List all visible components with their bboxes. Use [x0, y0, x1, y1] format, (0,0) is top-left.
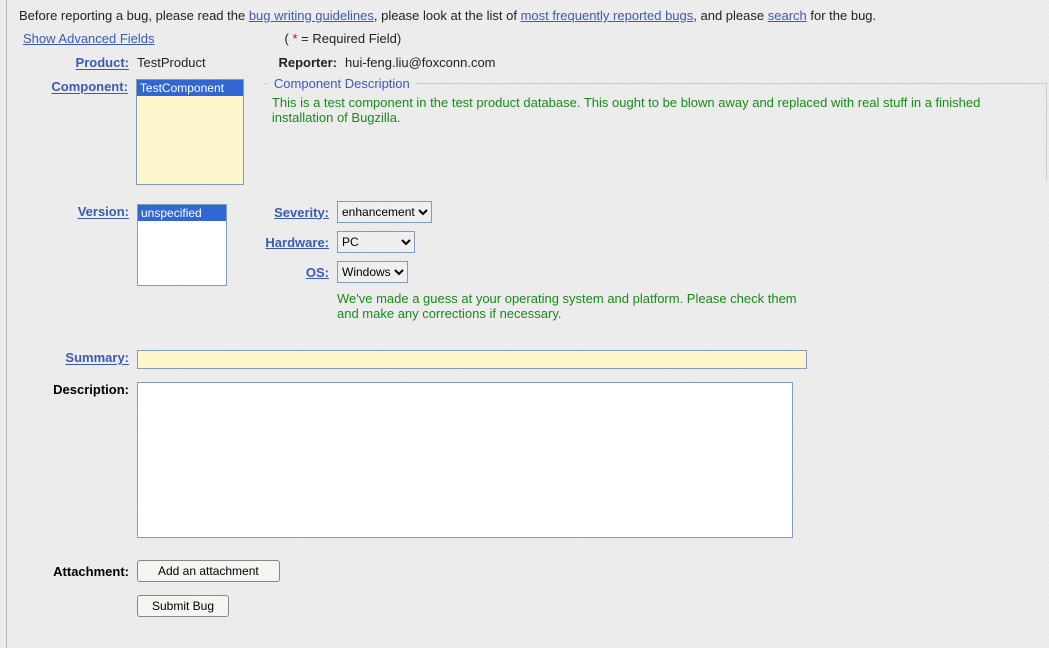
component-listbox[interactable]: TestComponent	[136, 79, 244, 185]
component-description-title: Component Description	[268, 76, 416, 91]
description-label: Description:	[19, 379, 137, 397]
os-guess-note: We've made a guess at your operating sys…	[337, 291, 797, 321]
version-label[interactable]: Version:	[19, 201, 137, 219]
intro-mid2: , and please	[693, 8, 767, 23]
required-field-note: ( * = Required Field)	[285, 31, 402, 46]
intro-post: for the bug.	[807, 8, 876, 23]
product-label[interactable]: Product:	[19, 52, 137, 70]
summary-input[interactable]	[137, 350, 807, 369]
bug-writing-guidelines-link[interactable]: bug writing guidelines	[249, 8, 374, 23]
submit-bug-button[interactable]: Submit Bug	[137, 595, 229, 617]
show-advanced-fields-link[interactable]: Show Advanced Fields	[23, 31, 155, 46]
attachment-label: Attachment:	[19, 561, 137, 579]
product-value: TestProduct	[137, 52, 247, 70]
add-attachment-button[interactable]: Add an attachment	[137, 560, 280, 582]
summary-label[interactable]: Summary:	[19, 347, 137, 365]
search-link[interactable]: search	[768, 8, 807, 23]
reporter-label[interactable]: Reporter:	[278, 55, 337, 70]
severity-select[interactable]: enhancement	[337, 201, 432, 223]
component-description-text: This is a test component in the test pro…	[264, 91, 1046, 133]
version-listbox[interactable]: unspecified	[137, 204, 227, 286]
intro-pre: Before reporting a bug, please read the	[19, 8, 249, 23]
component-option-selected[interactable]: TestComponent	[137, 80, 243, 96]
intro-mid1: , please look at the list of	[374, 8, 521, 23]
component-description-box: Component Description This is a test com…	[264, 76, 1047, 181]
version-option-selected[interactable]: unspecified	[138, 205, 226, 221]
severity-label[interactable]: Severity:	[247, 205, 337, 220]
reporter-value: hui-feng.liu@foxconn.com	[345, 52, 496, 70]
description-textarea[interactable]	[137, 382, 793, 538]
hardware-label[interactable]: Hardware:	[247, 235, 337, 250]
os-label[interactable]: OS:	[247, 265, 337, 280]
most-frequent-bugs-link[interactable]: most frequently reported bugs	[521, 8, 694, 23]
os-select[interactable]: Windows	[337, 261, 408, 283]
bug-entry-form: Before reporting a bug, please read the …	[6, 0, 1049, 648]
intro-text: Before reporting a bug, please read the …	[19, 8, 1049, 23]
component-label[interactable]: Component:	[19, 76, 136, 94]
hardware-select[interactable]: PC	[337, 231, 415, 253]
